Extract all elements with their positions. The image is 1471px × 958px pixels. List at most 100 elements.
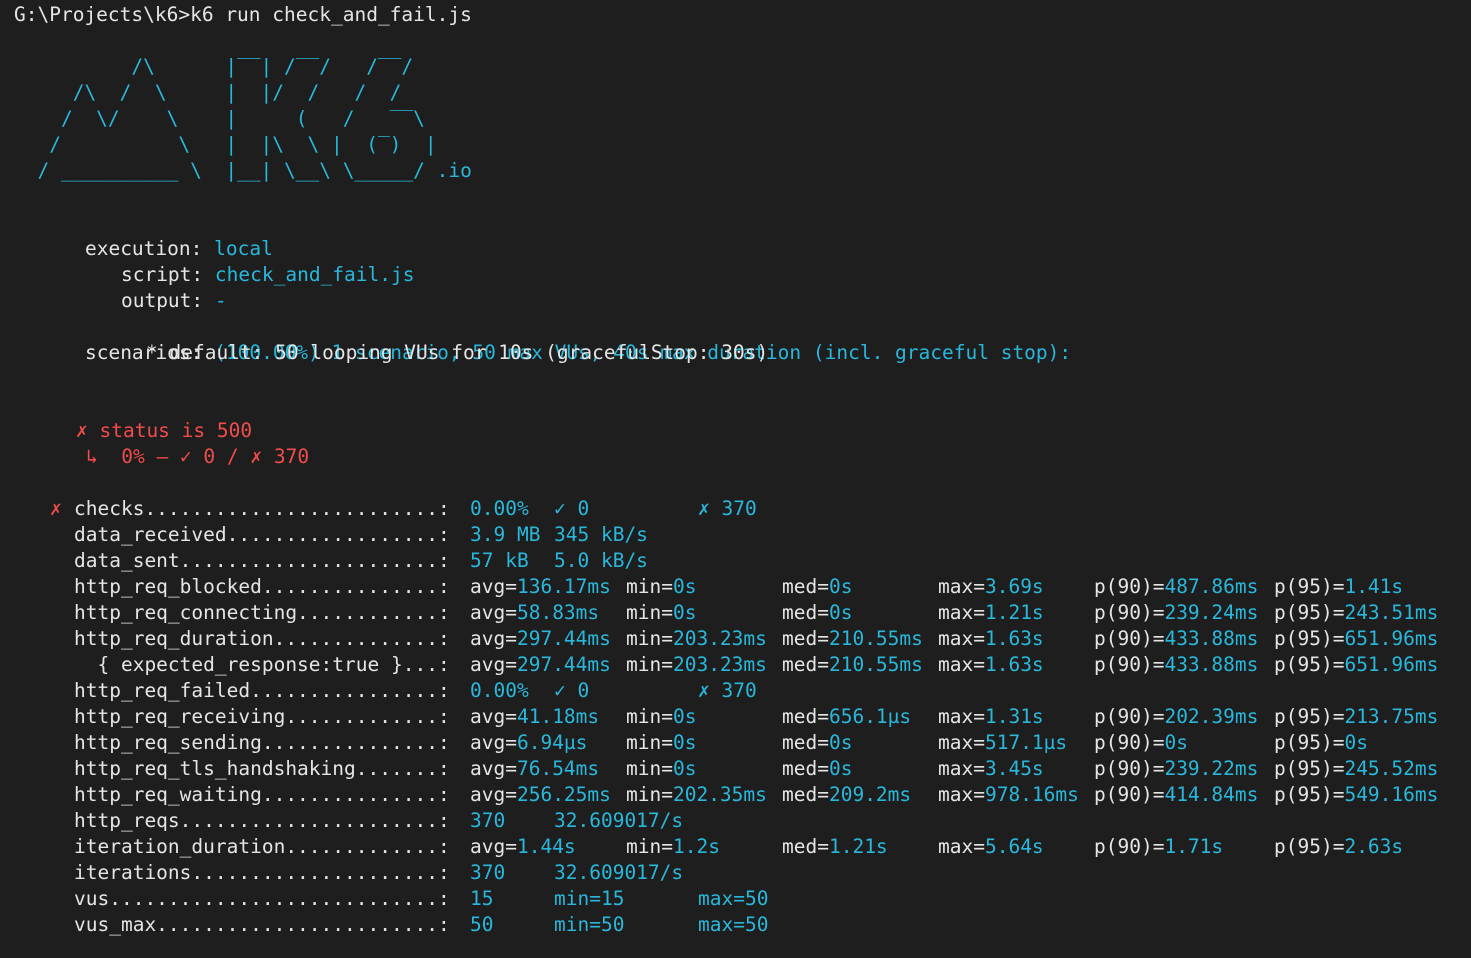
metric-stat-key: min= bbox=[626, 627, 673, 650]
metric-stat: p(95)=651.96ms bbox=[1274, 626, 1438, 652]
metric-stat: avg=297.44ms bbox=[470, 652, 611, 678]
metric-stat: p(90)=1.71s bbox=[1094, 834, 1223, 860]
metric-name: data_sent......................: bbox=[74, 549, 450, 572]
metric-stat-value: 0s bbox=[828, 757, 853, 780]
metric-name: http_req_blocked...............: bbox=[74, 575, 450, 598]
metric-stat-value: 239.24ms bbox=[1164, 601, 1259, 624]
metric-stat-value: 1.71s bbox=[1164, 835, 1224, 858]
metric-stat-value: 210.55ms bbox=[828, 627, 923, 650]
metric-stat: p(95)=651.96ms bbox=[1274, 652, 1438, 678]
metric-stat: avg=6.94µs bbox=[470, 730, 587, 756]
metric-stat: p(90)=414.84ms bbox=[1094, 782, 1258, 808]
metric-stat-key: p(90)= bbox=[1094, 757, 1165, 780]
metric-stat-value: 203.23ms bbox=[672, 627, 767, 650]
metric-stat-value: 1.63s bbox=[984, 627, 1044, 650]
metric-stat-value: 58.83ms bbox=[516, 601, 600, 624]
metric-stat-key: avg= bbox=[470, 653, 517, 676]
metric-stat: avg=1.44s bbox=[470, 834, 576, 860]
metric-stat-key: p(95)= bbox=[1274, 601, 1345, 624]
metric-stat-value: 0s bbox=[672, 757, 697, 780]
metric-stat-key: p(90)= bbox=[1094, 575, 1165, 598]
metric-stat-key: p(90)= bbox=[1094, 705, 1165, 728]
metric-stat: p(90)=487.86ms bbox=[1094, 574, 1258, 600]
metric-stat-value: 1.2s bbox=[672, 835, 720, 858]
metric-stat-key: p(95)= bbox=[1274, 783, 1345, 806]
metric-stat-key: med= bbox=[782, 627, 829, 650]
metric-stat-value: 0s bbox=[672, 601, 697, 624]
metric-stat: med=209.2ms bbox=[782, 782, 911, 808]
metric-stat: p(90)=202.39ms bbox=[1094, 704, 1258, 730]
metric-stat-value: 978.16ms bbox=[984, 783, 1079, 806]
metric-value: 0.00% bbox=[470, 679, 529, 702]
metric-value: ✓ 0 bbox=[554, 497, 590, 520]
metric-stat-value: 297.44ms bbox=[516, 653, 611, 676]
metric-stat-key: med= bbox=[782, 601, 829, 624]
metric-stat-value: 1.63s bbox=[984, 653, 1044, 676]
metric-value: 50 bbox=[470, 913, 494, 936]
metric-name: { expected_response:true }...: bbox=[74, 653, 450, 676]
metric-stat-key: max= bbox=[938, 835, 985, 858]
metric-stat: avg=297.44ms bbox=[470, 626, 611, 652]
metric-stat-value: 1.31s bbox=[984, 705, 1044, 728]
metric-stat-key: min= bbox=[626, 731, 673, 754]
metric-stat: min=203.23ms bbox=[626, 652, 767, 678]
metric-stat-value: 256.25ms bbox=[516, 783, 611, 806]
metric-stat-key: p(90)= bbox=[1094, 653, 1165, 676]
metric-stat-value: 202.39ms bbox=[1164, 705, 1259, 728]
metric-stat-key: p(95)= bbox=[1274, 835, 1345, 858]
metric-stat-value: 41.18ms bbox=[516, 705, 600, 728]
metric-name: checks.........................: bbox=[74, 497, 450, 520]
metric-stat-key: p(90)= bbox=[1094, 627, 1165, 650]
metric-name: http_req_duration..............: bbox=[74, 627, 450, 650]
k6-logo-line-5: / __________ \ |__| \__\ \_____/ .io bbox=[14, 159, 472, 182]
metric-stat: max=1.63s bbox=[938, 626, 1044, 652]
metric-stat-key: avg= bbox=[470, 575, 517, 598]
metric-stat-key: max= bbox=[938, 731, 985, 754]
metric-stat-key: avg= bbox=[470, 705, 517, 728]
metric-value: 57 kB bbox=[470, 549, 529, 572]
metric-stat-key: med= bbox=[782, 705, 829, 728]
metric-value: 15 bbox=[470, 887, 494, 910]
command-prompt: G:\Projects\k6>k6 run check_and_fail.js bbox=[14, 3, 472, 26]
metric-value: 345 kB/s bbox=[554, 523, 648, 546]
metric-stat-value: 0s bbox=[828, 731, 853, 754]
metric-value: 32.609017/s bbox=[554, 861, 684, 884]
metric-stat: med=0s bbox=[782, 600, 852, 626]
metric-stat-key: min= bbox=[626, 835, 673, 858]
metric-stat: max=1.21s bbox=[938, 600, 1044, 626]
metric-stat: avg=58.83ms bbox=[470, 600, 599, 626]
terminal-window[interactable]: G:\Projects\k6>k6 run check_and_fail.js … bbox=[0, 0, 1471, 958]
metric-stat-value: 651.96ms bbox=[1344, 653, 1439, 676]
metric-stat-value: 3.45s bbox=[984, 757, 1044, 780]
metric-stat-key: max= bbox=[938, 627, 985, 650]
metric-name: data_received..................: bbox=[74, 523, 450, 546]
metric-stat: max=1.63s bbox=[938, 652, 1044, 678]
metric-stat-value: 414.84ms bbox=[1164, 783, 1259, 806]
metric-name: http_req_waiting...............: bbox=[74, 783, 450, 806]
metric-stat-key: min= bbox=[626, 575, 673, 598]
metric-stat-value: 202.35ms bbox=[672, 783, 767, 806]
metric-stat: max=517.1µs bbox=[938, 730, 1067, 756]
check-status-name: ✗ status is 500 bbox=[76, 419, 253, 442]
metric-stat-key: avg= bbox=[470, 601, 517, 624]
metric-stat-key: max= bbox=[938, 601, 985, 624]
k6-logo-line-2: /\ / \ | |/ / / / bbox=[14, 81, 449, 104]
metric-stat-value: 0s bbox=[672, 575, 697, 598]
metric-stat: p(95)=1.41s bbox=[1274, 574, 1403, 600]
output-label: output: bbox=[120, 289, 204, 312]
metric-value: 0.00% bbox=[470, 497, 529, 520]
k6-logo-line-4: / \ | |\ \ | (‾) | bbox=[14, 133, 449, 156]
metric-stat-value: 213.75ms bbox=[1344, 705, 1439, 728]
metric-stat-value: 2.63s bbox=[1344, 835, 1404, 858]
metric-stat-key: p(95)= bbox=[1274, 757, 1345, 780]
metric-stat: max=1.31s bbox=[938, 704, 1044, 730]
metric-stat-key: min= bbox=[626, 653, 673, 676]
metric-stat: p(90)=0s bbox=[1094, 730, 1188, 756]
metric-name: vus_max........................: bbox=[74, 913, 450, 936]
metric-name: http_req_sending...............: bbox=[74, 731, 450, 754]
metric-value: 3.9 MB bbox=[470, 523, 541, 546]
metric-stat: min=1.2s bbox=[626, 834, 720, 860]
metric-stat: min=0s bbox=[626, 704, 696, 730]
metric-stat-key: p(95)= bbox=[1274, 705, 1345, 728]
metric-stat-key: med= bbox=[782, 757, 829, 780]
